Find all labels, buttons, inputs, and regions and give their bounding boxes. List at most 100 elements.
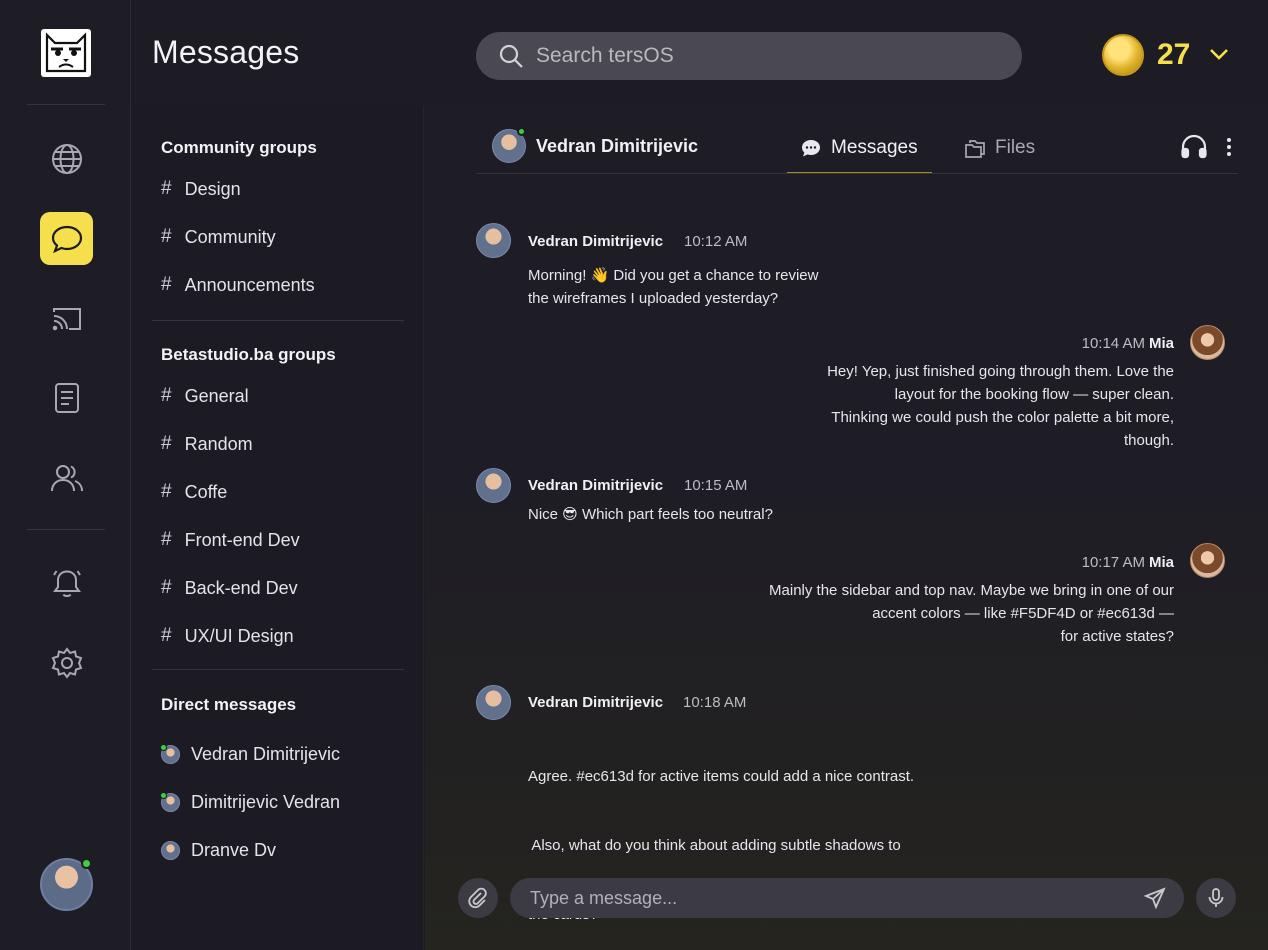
coin-icon — [1102, 34, 1144, 76]
channel-item-community[interactable]: # Community — [161, 226, 276, 248]
microphone-button[interactable] — [1196, 878, 1236, 918]
message-time: 10:12 AM — [684, 233, 748, 250]
sidebar-divider — [152, 320, 404, 321]
online-status-indicator — [81, 858, 92, 869]
chevron-down-icon[interactable] — [1208, 46, 1230, 62]
channel-label: General — [184, 385, 249, 406]
bell-icon — [52, 569, 81, 597]
rail-divider — [27, 529, 105, 530]
channel-item-uxui[interactable]: # UX/UI Design — [161, 625, 294, 647]
section-title-community: Community groups — [161, 138, 317, 157]
channel-label: Front-end Dev — [184, 529, 300, 550]
channel-label: Back-end Dev — [184, 577, 298, 598]
message-text: Mainly the sidebar and top nav. Maybe we… — [769, 579, 1174, 648]
hash-icon: # — [161, 577, 172, 598]
channel-item-general[interactable]: # General — [161, 385, 249, 407]
search-icon — [499, 44, 523, 68]
message-line: layout for the booking flow — super clea… — [894, 386, 1174, 403]
rail-item-messages[interactable] — [40, 212, 93, 265]
message-line: the wireframes I uploaded yesterday? — [528, 290, 779, 307]
headphones-icon[interactable] — [1180, 134, 1208, 160]
message-text: Nice 😎 Which part feels too neutral? — [528, 503, 773, 526]
message-line: Hey! Yep, just finished going through th… — [827, 363, 1174, 380]
dm-item[interactable]: Dranve Dv — [161, 840, 276, 861]
icon-rail — [0, 0, 131, 950]
dm-item[interactable]: Vedran Dimitrijevic — [160, 744, 340, 765]
gear-icon — [51, 646, 82, 679]
message-line: for active states? — [1060, 628, 1174, 645]
message-line: Mainly the sidebar and top nav. Maybe we… — [769, 582, 1174, 599]
contact-name[interactable]: Vedran Dimitrijevic — [536, 136, 698, 157]
message-line: Also, what do you think about adding sub… — [528, 837, 901, 854]
chat-bubble-icon — [802, 140, 820, 157]
message-time: 10:17 AM — [1081, 554, 1145, 571]
grumpy-cat-logo-icon — [45, 32, 87, 73]
rail-item-settings[interactable] — [40, 636, 93, 689]
channel-item-announcements[interactable]: # Announcements — [161, 274, 315, 296]
hash-icon: # — [161, 226, 172, 247]
channel-item-design[interactable]: # Design — [161, 178, 241, 200]
cast-icon — [52, 307, 81, 330]
avatar — [160, 744, 180, 764]
coin-count: 27 — [1157, 38, 1191, 71]
avatar[interactable] — [476, 223, 511, 258]
more-options-icon[interactable] — [1224, 136, 1234, 158]
channel-item-random[interactable]: # Random — [161, 433, 253, 455]
files-icon — [965, 140, 985, 158]
message-text: Morning! 👋 Did you get a chance to revie… — [528, 264, 819, 310]
message-sender: Mia — [1148, 335, 1174, 352]
avatar[interactable] — [1190, 325, 1225, 360]
search-bar[interactable] — [476, 32, 1022, 80]
app-logo[interactable] — [41, 29, 91, 77]
microphone-icon — [1208, 888, 1224, 907]
avatar[interactable] — [476, 685, 511, 720]
document-icon — [54, 382, 79, 413]
dm-item[interactable]: Dimitrijevic Vedran — [160, 792, 341, 813]
message-composer[interactable] — [510, 878, 1184, 918]
dm-label: Dranve Dv — [191, 840, 277, 860]
send-icon[interactable] — [1144, 887, 1166, 909]
channel-item-backend[interactable]: # Back-end Dev — [161, 577, 298, 599]
avatar[interactable] — [476, 468, 511, 503]
message-time: 10:18 AM — [683, 694, 747, 711]
hash-icon: # — [161, 481, 172, 502]
sidebar-divider — [152, 669, 404, 670]
section-title-direct: Direct messages — [161, 695, 297, 714]
channel-label: UX/UI Design — [184, 625, 294, 646]
hash-icon: # — [161, 529, 172, 550]
tab-label: Files — [995, 137, 1036, 158]
message-line: accent colors — like #F5DF4D or #ec613d … — [872, 605, 1174, 622]
message-line: Thinking we could push the color palette… — [831, 409, 1174, 426]
message-sender: Vedran Dimitrijevic — [528, 477, 664, 494]
channel-label: Community — [184, 226, 276, 247]
channel-item-frontend[interactable]: # Front-end Dev — [161, 529, 300, 551]
message-time: 10:15 AM — [684, 477, 748, 494]
message-text: Hey! Yep, just finished going through th… — [827, 360, 1174, 452]
channel-label: Announcements — [184, 274, 315, 295]
chat-bubble-icon — [51, 225, 82, 253]
tab-files[interactable]: Files — [964, 137, 1035, 159]
tab-messages[interactable]: Messages — [800, 137, 918, 159]
rail-item-globe[interactable] — [40, 132, 93, 185]
message-line: Morning! 👋 Did you get a chance to revie… — [528, 267, 819, 284]
attach-button[interactable] — [458, 878, 498, 918]
rail-item-cast[interactable] — [40, 292, 93, 345]
online-status-indicator — [160, 792, 167, 799]
rail-item-notifications[interactable] — [40, 556, 93, 609]
paperclip-icon — [468, 887, 487, 909]
online-status-indicator — [160, 744, 167, 751]
message-input[interactable] — [530, 887, 1120, 909]
hash-icon: # — [161, 433, 172, 454]
rail-item-documents[interactable] — [40, 371, 93, 424]
avatar — [160, 792, 180, 812]
avatar[interactable] — [1190, 543, 1225, 578]
hash-icon: # — [161, 625, 172, 646]
message-sender: Vedran Dimitrijevic — [528, 233, 664, 250]
channel-sidebar: Community groups # Design # Community # Ann… — [132, 106, 424, 950]
channel-label: Random — [184, 433, 253, 454]
rail-item-users[interactable] — [40, 451, 93, 504]
search-input[interactable] — [536, 44, 976, 68]
dm-label: Dimitrijevic Vedran — [191, 792, 341, 812]
page-title: Messages — [152, 34, 300, 70]
channel-item-coffe[interactable]: # Coffe — [161, 481, 227, 503]
